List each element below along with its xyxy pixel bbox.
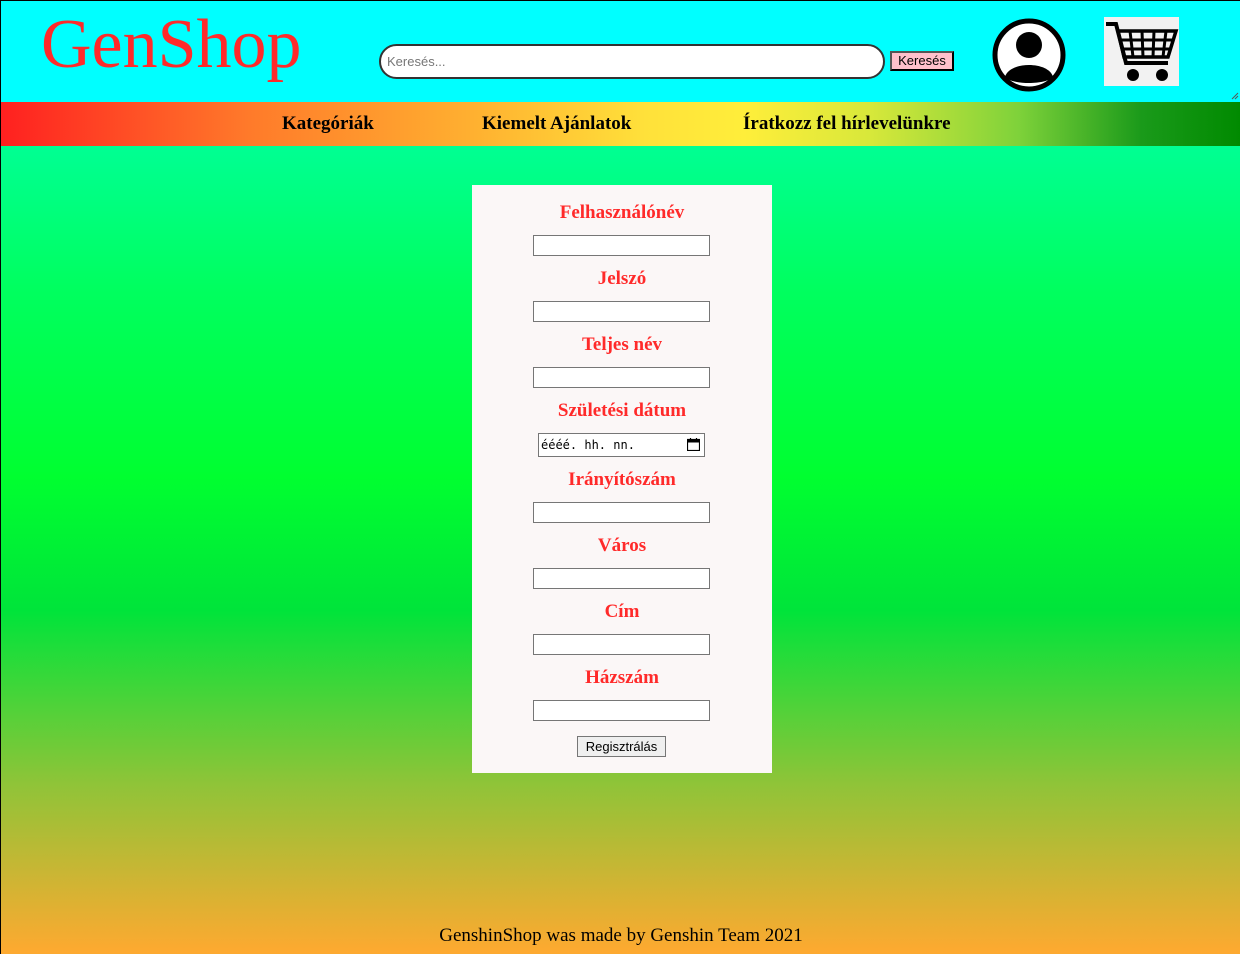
search-button[interactable]: Keresés bbox=[890, 51, 954, 71]
password-field[interactable] bbox=[533, 301, 710, 322]
house-number-label: Házszám bbox=[585, 667, 659, 688]
nav-item-featured-offers[interactable]: Kiemelt Ajánlatok bbox=[482, 113, 631, 135]
password-label: Jelszó bbox=[597, 268, 647, 289]
site-header: GenShop Keresés bbox=[1, 1, 1240, 102]
username-field[interactable] bbox=[533, 235, 710, 256]
nav-item-categories[interactable]: Kategóriák bbox=[282, 113, 374, 135]
footer-text: GenshinShop was made by Genshin Team 202… bbox=[439, 925, 803, 946]
full-name-field[interactable] bbox=[533, 367, 710, 388]
address-field[interactable] bbox=[533, 634, 710, 655]
search-input[interactable] bbox=[379, 44, 885, 79]
house-number-field[interactable] bbox=[533, 700, 710, 721]
birth-date-placeholder: éééé. hh. nn. bbox=[541, 438, 635, 452]
register-button[interactable]: Regisztrálás bbox=[577, 736, 666, 757]
city-field[interactable] bbox=[533, 568, 710, 589]
resize-grip-icon bbox=[1231, 92, 1239, 100]
birth-date-field[interactable]: éééé. hh. nn. bbox=[538, 433, 705, 457]
birth-date-label: Születési dátum bbox=[557, 400, 687, 421]
calendar-icon[interactable] bbox=[687, 438, 700, 451]
username-label: Felhasználónév bbox=[559, 202, 685, 223]
shopping-cart-icon[interactable] bbox=[1104, 17, 1179, 86]
full-name-label: Teljes név bbox=[581, 334, 663, 355]
nav-item-newsletter[interactable]: Íratkozz fel hírlevelünkre bbox=[743, 113, 951, 135]
main-nav: Kategóriák Kiemelt Ajánlatok Íratkozz fe… bbox=[1, 102, 1240, 146]
postal-code-label: Irányítószám bbox=[568, 469, 676, 490]
registration-form: Felhasználónév Jelszó Teljes név Születé… bbox=[472, 185, 772, 773]
postal-code-field[interactable] bbox=[533, 502, 710, 523]
address-label: Cím bbox=[604, 601, 640, 622]
city-label: Város bbox=[597, 535, 647, 556]
user-avatar-icon[interactable] bbox=[991, 17, 1067, 93]
site-logo[interactable]: GenShop bbox=[41, 5, 302, 85]
